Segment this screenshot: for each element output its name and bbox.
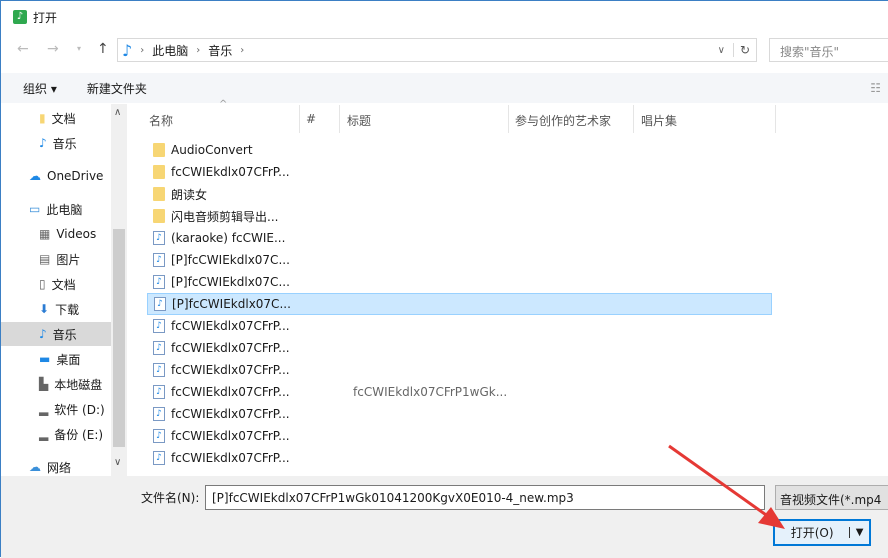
red-arrow-annotation — [668, 444, 785, 529]
open-dialog: ♪ 打开 ← → ▾ ↑ ♪ › 此电脑 › 音乐 › ∨ ↻ 搜索"音乐" 组… — [0, 0, 888, 558]
